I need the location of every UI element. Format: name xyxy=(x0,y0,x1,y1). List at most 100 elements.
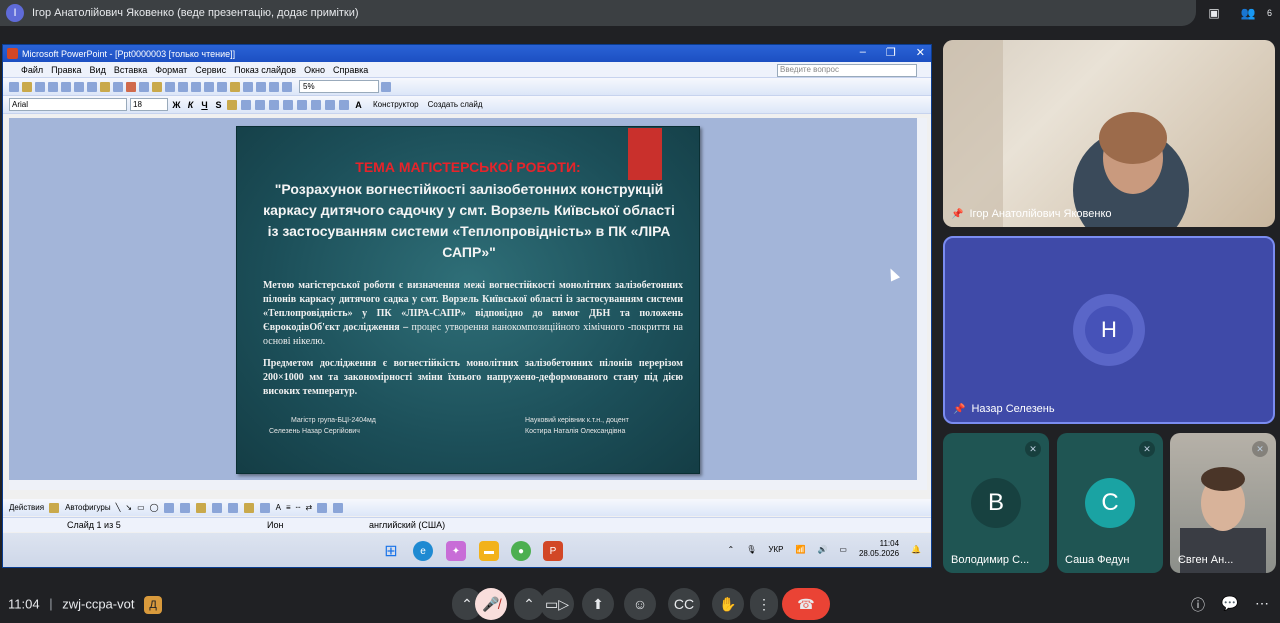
numbering-icon[interactable] xyxy=(269,99,279,110)
font-name-select[interactable]: Arial xyxy=(9,98,127,111)
present-button[interactable]: ⬆ xyxy=(582,588,614,620)
help-icon[interactable] xyxy=(381,81,391,92)
menu-slideshow[interactable]: Показ слайдов xyxy=(234,65,296,75)
color-icon[interactable] xyxy=(282,81,292,92)
minimize-icon[interactable]: – xyxy=(860,46,866,59)
powerpoint-taskbar-icon[interactable]: P xyxy=(543,541,563,561)
leave-call-button[interactable]: ☎ xyxy=(782,588,830,620)
align-left-icon[interactable] xyxy=(227,99,237,110)
align-center-icon[interactable] xyxy=(241,99,251,110)
language-badge-icon[interactable]: Д xyxy=(144,596,163,614)
permission-icon[interactable] xyxy=(48,81,58,92)
line-color-icon[interactable] xyxy=(259,502,270,513)
windows-start-icon[interactable]: ⊞ xyxy=(381,541,401,561)
preview-icon[interactable] xyxy=(87,81,97,92)
menu-view[interactable]: Вид xyxy=(90,65,106,75)
align-right-icon[interactable] xyxy=(255,99,265,110)
copilot-icon[interactable]: ✦ xyxy=(446,541,466,561)
menu-help[interactable]: Справка xyxy=(333,65,368,75)
wifi-icon[interactable]: 📶 xyxy=(795,545,805,554)
battery-icon[interactable]: ▭ xyxy=(839,545,847,554)
email-icon[interactable] xyxy=(61,81,71,92)
info-icon[interactable]: ⓘ xyxy=(1188,595,1208,615)
autoshapes-menu[interactable]: Автофигуры xyxy=(65,503,111,512)
italic-icon[interactable]: К xyxy=(185,100,196,110)
table-icon[interactable] xyxy=(217,81,227,92)
raise-hand-button[interactable]: ✋ xyxy=(712,588,744,620)
zoom-select[interactable]: 5% xyxy=(299,80,379,93)
activities-icon[interactable]: ⋯ xyxy=(1252,595,1272,615)
bullets-icon[interactable] xyxy=(283,99,293,110)
increase-indent-icon[interactable] xyxy=(339,99,349,110)
print-icon[interactable] xyxy=(74,81,84,92)
microphone-icon[interactable]: 🎙 xyxy=(746,545,756,554)
expand-icon[interactable] xyxy=(256,81,266,92)
participant-tile-yevhen[interactable]: ✕ Євген Ан... xyxy=(1170,433,1276,573)
line-style-icon[interactable]: ≡ xyxy=(286,503,291,512)
pin-icon[interactable]: 📌 xyxy=(953,404,965,415)
format-painter-icon[interactable] xyxy=(165,81,175,92)
maximize-icon[interactable]: ❐ xyxy=(886,46,896,59)
copy-icon[interactable] xyxy=(139,81,149,92)
people-icon[interactable]: 👥 xyxy=(1237,3,1259,23)
paste-icon[interactable] xyxy=(152,81,162,92)
open-icon[interactable] xyxy=(22,81,32,92)
bold-icon[interactable]: Ж xyxy=(171,100,182,110)
close-icon[interactable]: ✕ xyxy=(916,46,925,59)
microphone-off-button[interactable]: 🎤̸ xyxy=(475,588,507,620)
arrow-style-icon[interactable]: ⇄ xyxy=(305,503,312,512)
tables-borders-icon[interactable] xyxy=(230,81,240,92)
diagram-icon[interactable] xyxy=(195,502,206,513)
font-color-icon[interactable]: A xyxy=(353,100,364,110)
oval-icon[interactable]: ◯ xyxy=(150,503,159,512)
captions-button[interactable]: CC xyxy=(668,588,700,620)
participant-tile-sasha[interactable]: ✕ С Саша Федун xyxy=(1057,433,1163,573)
undo-icon[interactable] xyxy=(178,81,188,92)
vertical-scrollbar[interactable] xyxy=(917,118,927,480)
research-icon[interactable] xyxy=(113,81,123,92)
increase-font-icon[interactable] xyxy=(297,99,307,110)
3d-style-icon[interactable] xyxy=(333,502,344,513)
menu-edit[interactable]: Правка xyxy=(51,65,81,75)
more-options-button[interactable]: ⋮ xyxy=(750,588,778,620)
underline-icon[interactable]: Ч xyxy=(199,100,210,110)
shadow-icon[interactable]: S xyxy=(213,100,224,110)
cut-icon[interactable] xyxy=(126,81,136,92)
camera-button[interactable]: ▭▷ xyxy=(540,588,574,620)
save-icon[interactable] xyxy=(35,81,45,92)
emoji-button[interactable]: ☺ xyxy=(624,588,656,620)
actions-menu[interactable]: Действия xyxy=(9,503,44,512)
participant-tile-nazar[interactable]: Н 📌 Назар Селезень xyxy=(943,236,1275,424)
decrease-indent-icon[interactable] xyxy=(325,99,335,110)
font-size-select[interactable]: 18 xyxy=(130,98,168,111)
menu-file[interactable]: Файл xyxy=(21,65,43,75)
chat-icon[interactable]: 💬 xyxy=(1220,595,1240,615)
select-objects-icon[interactable] xyxy=(49,502,60,513)
text-color-icon[interactable]: A xyxy=(276,503,281,512)
menu-insert[interactable]: Вставка xyxy=(114,65,147,75)
ask-question-input[interactable]: Введите вопрос xyxy=(777,64,917,77)
camera-off-icon[interactable]: ▣ xyxy=(1203,3,1225,23)
picture-icon[interactable] xyxy=(227,502,238,513)
participant-tile-volodymyr[interactable]: ✕ В Володимир С... xyxy=(943,433,1049,573)
horizontal-scrollbar[interactable] xyxy=(9,480,927,490)
hyperlink-icon[interactable] xyxy=(243,81,253,92)
designer-button[interactable]: Конструктор xyxy=(373,100,419,109)
textbox-icon[interactable] xyxy=(163,502,174,513)
pin-icon[interactable]: 📌 xyxy=(951,209,963,220)
new-icon[interactable] xyxy=(9,81,19,92)
dash-style-icon[interactable]: ┄ xyxy=(296,503,301,512)
arrow-icon[interactable]: ↘ xyxy=(125,503,132,512)
menu-tools[interactable]: Сервис xyxy=(195,65,226,75)
tray-clock[interactable]: 11:04 28.05.2026 xyxy=(859,539,899,559)
file-explorer-icon[interactable]: ▬ xyxy=(479,541,499,561)
notification-icon[interactable]: 🔔 xyxy=(911,545,921,554)
participant-tile-presenter[interactable]: 📌 Ігор Анатолійович Яковенко xyxy=(943,40,1275,227)
wordart-icon[interactable] xyxy=(179,502,190,513)
tray-language[interactable]: УКР xyxy=(768,545,783,554)
redo-icon[interactable] xyxy=(191,81,201,92)
decrease-font-icon[interactable] xyxy=(311,99,321,110)
slide-canvas[interactable]: ТЕМА МАГІСТЕРСЬКОЇ РОБОТИ: "Розрахунок в… xyxy=(236,126,700,474)
edge-icon[interactable]: e xyxy=(413,541,433,561)
clipart-icon[interactable] xyxy=(211,502,222,513)
